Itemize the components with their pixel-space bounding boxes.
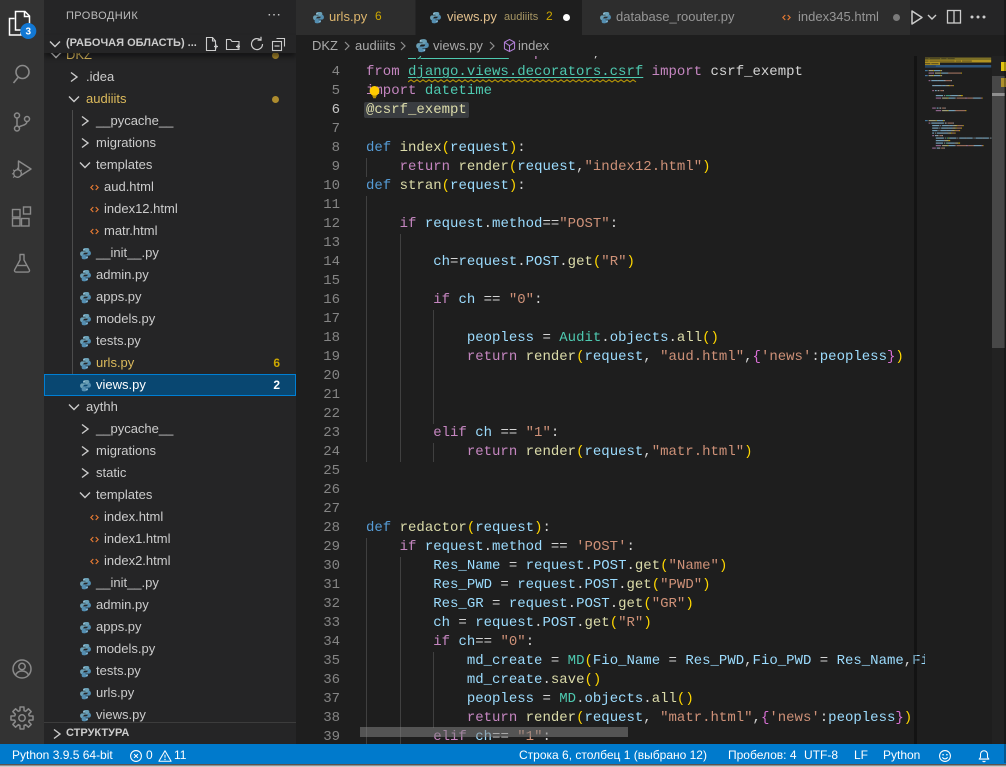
svg-text:3: 3 [25,26,31,37]
